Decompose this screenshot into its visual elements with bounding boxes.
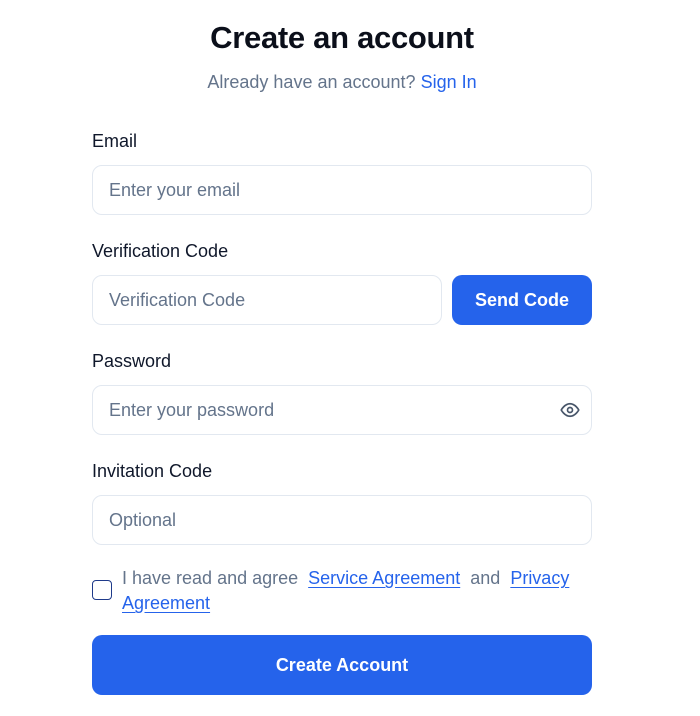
eye-icon[interactable] xyxy=(559,400,581,420)
sign-in-link[interactable]: Sign In xyxy=(421,72,477,92)
signup-page: Create an account Already have an accoun… xyxy=(0,0,700,716)
send-code-button[interactable]: Send Code xyxy=(452,275,592,325)
email-input[interactable] xyxy=(92,165,592,215)
service-agreement-link[interactable]: Service Agreement xyxy=(308,568,460,588)
agreement-text: I have read and agree Service Agreement … xyxy=(122,566,592,616)
agreement-checkbox[interactable] xyxy=(92,580,112,600)
email-label: Email xyxy=(92,131,138,151)
create-account-button[interactable]: Create Account xyxy=(92,635,592,695)
verification-code-input[interactable] xyxy=(92,275,442,325)
invitation-code-input[interactable] xyxy=(92,495,592,545)
password-input[interactable] xyxy=(92,385,592,435)
verification-code-label: Verification Code xyxy=(92,241,229,261)
invitation-code-label: Invitation Code xyxy=(92,461,213,481)
page-title: Create an account xyxy=(210,20,474,55)
signin-prompt: Already have an account? Sign In xyxy=(0,72,684,93)
signin-prompt-text: Already have an account? xyxy=(207,72,416,92)
password-label: Password xyxy=(92,351,172,371)
agreement-conjunction: and xyxy=(470,568,501,588)
agreement-prefix: I have read and agree xyxy=(122,568,299,588)
